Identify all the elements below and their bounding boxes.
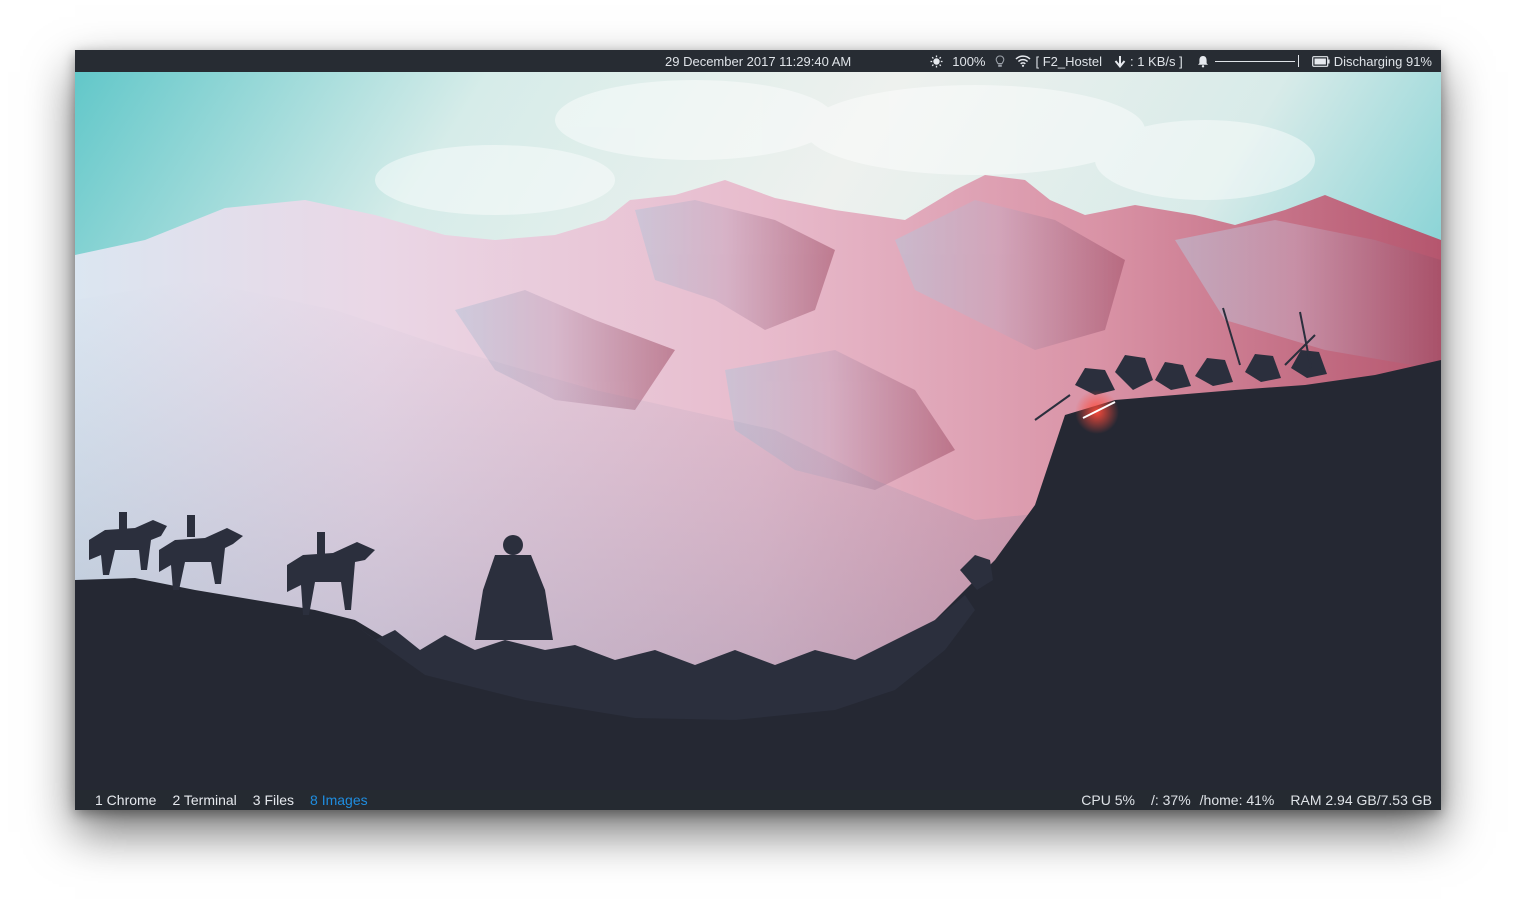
wifi-network-name: [ F2_Hostel	[1035, 53, 1102, 69]
wifi-indicator[interactable]: [ F2_Hostel	[1015, 53, 1102, 69]
volume-slider[interactable]	[1214, 55, 1299, 67]
bottom-panel: 1 Chrome 2 Terminal 3 Files 8 Images CPU…	[75, 790, 1441, 810]
volume-control[interactable]	[1197, 55, 1299, 68]
desktop-screen: 29 December 2017 11:29:40 AM 100% [ F2_H…	[75, 50, 1441, 810]
brightness-indicator[interactable]: 100%	[930, 54, 985, 69]
workspace-8[interactable]: 8 Images	[310, 792, 368, 808]
bell-icon	[1197, 55, 1209, 68]
wallpaper	[75, 50, 1441, 810]
top-status-bar: 29 December 2017 11:29:40 AM 100% [ F2_H…	[75, 50, 1441, 72]
disk-home-usage: /home: 41%	[1199, 792, 1275, 808]
battery-icon	[1311, 55, 1330, 67]
bulb-indicator[interactable]	[995, 54, 1005, 68]
lightbulb-icon	[995, 54, 1005, 68]
system-info: CPU 5% /: 37% /home: 41% RAM 2.94 GB/7.5…	[1081, 792, 1432, 808]
clock[interactable]: 29 December 2017 11:29:40 AM	[665, 54, 851, 69]
workspace-2[interactable]: 2 Terminal	[172, 792, 236, 808]
network-speed[interactable]: : 1 KB/s ]	[1114, 54, 1183, 69]
volume-slider-end	[1297, 55, 1299, 67]
volume-slider-track	[1214, 61, 1295, 62]
disk-root-usage: /: 37%	[1150, 792, 1191, 808]
brightness-value: 100%	[952, 53, 986, 69]
cpu-usage: CPU 5%	[1081, 792, 1135, 808]
brightness-icon	[930, 55, 943, 68]
ram-usage: RAM 2.94 GB/7.53 GB	[1290, 792, 1432, 808]
battery-status: Discharging 91%	[1333, 53, 1432, 69]
workspace-3[interactable]: 3 Files	[253, 792, 294, 808]
battery-indicator[interactable]: Discharging 91%	[1311, 53, 1432, 69]
wifi-icon	[1015, 55, 1032, 67]
download-arrow-icon	[1114, 55, 1126, 68]
status-area: 100% [ F2_Hostel : 1 KB/s ] Discharging …	[930, 50, 1432, 72]
download-speed: : 1 KB/s ]	[1129, 53, 1183, 69]
workspace-1[interactable]: 1 Chrome	[95, 792, 156, 808]
workspace-list: 1 Chrome 2 Terminal 3 Files 8 Images	[95, 792, 384, 808]
